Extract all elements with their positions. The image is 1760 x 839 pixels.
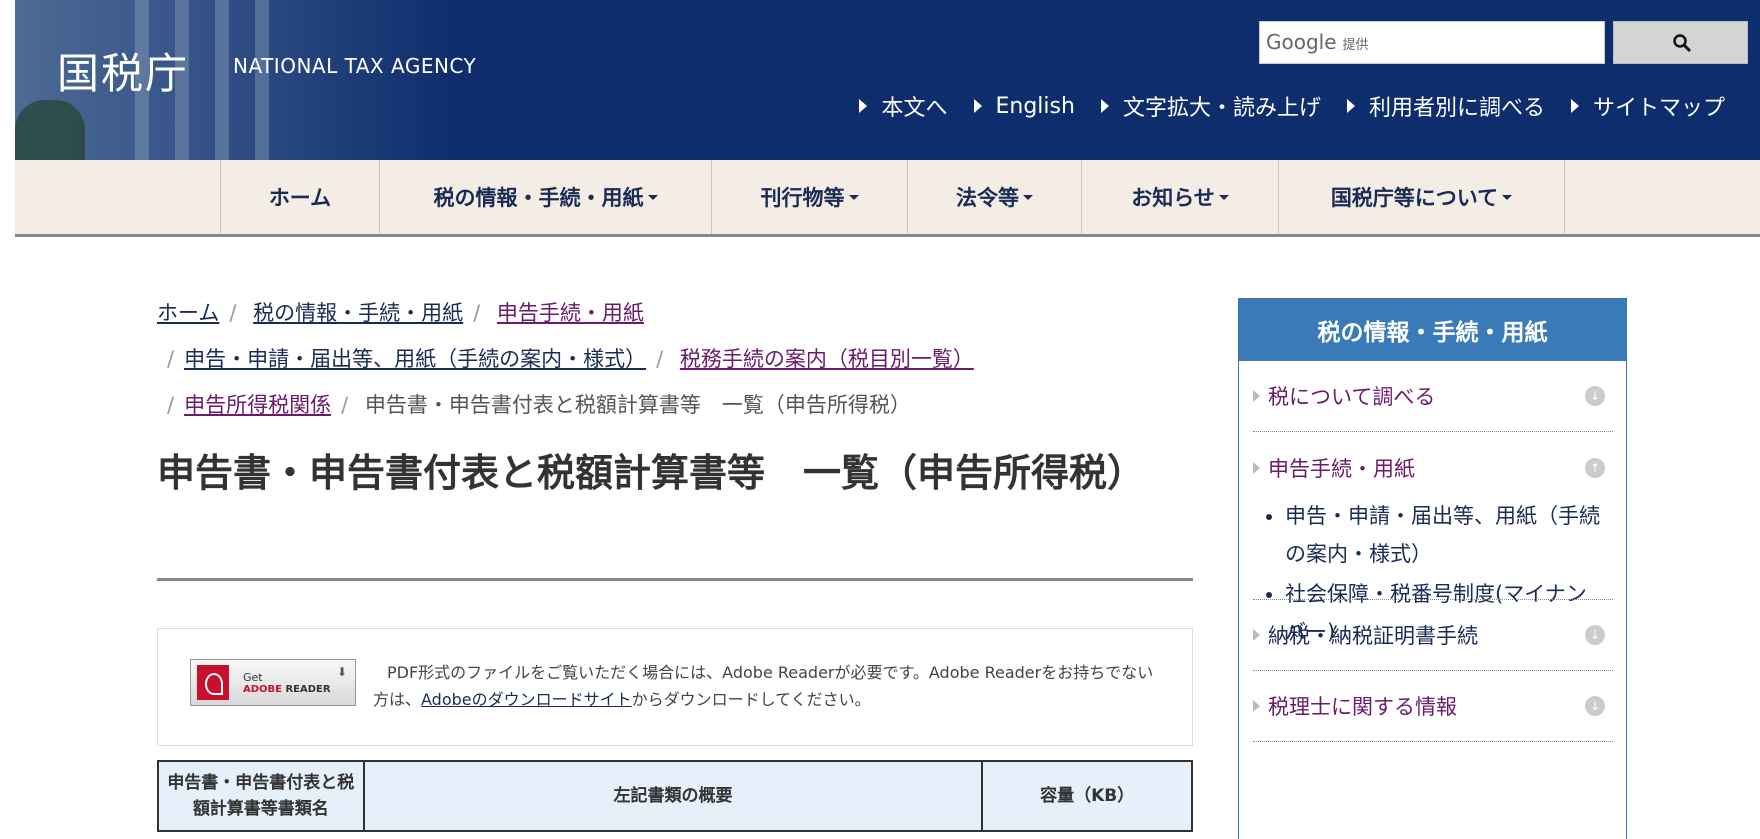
utility-links: 本文へ English 文字拡大・読み上げ 利用者別に調べる サイトマップ [859, 90, 1725, 122]
caret-down-icon [848, 194, 859, 200]
caret-down-icon [647, 194, 658, 200]
triangle-right-icon [1570, 99, 1579, 113]
triangle-right-icon [859, 99, 868, 113]
pdf-icon [197, 665, 229, 700]
adobe-notice-text: PDF形式のファイルをご覧いただく場合には、Adobe Readerが必要です。… [373, 663, 1154, 709]
expand-icon[interactable]: ↓ [1585, 386, 1605, 406]
sidebar-title: 税の情報・手続・用紙 [1239, 299, 1626, 361]
breadcrumb-home[interactable]: ホーム [157, 301, 219, 325]
nav-about[interactable]: 国税庁等について [1278, 160, 1565, 234]
breadcrumb-income-tax[interactable]: 申告所得税関係 [184, 393, 331, 417]
triangle-right-icon [1346, 99, 1355, 113]
documents-table: 申告書・申告書付表と税額計算書等書類名 左記書類の概要 容量（KB） [157, 760, 1193, 832]
caret-down-icon [1218, 194, 1229, 200]
triangle-right-icon [1253, 700, 1260, 712]
adobe-reader-notice: Get ADOBE READER ⬇ PDF形式のファイルをご覧いただく場合には… [157, 628, 1193, 746]
util-link-text-size[interactable]: 文字拡大・読み上げ [1100, 90, 1321, 122]
search-brand: Google 提供 [1266, 30, 1369, 54]
title-divider [157, 578, 1193, 581]
util-link-sitemap[interactable]: サイトマップ [1570, 90, 1725, 122]
expand-icon[interactable]: ↓ [1585, 625, 1605, 645]
util-link-by-user[interactable]: 利用者別に調べる [1346, 90, 1545, 122]
breadcrumb-tax-info[interactable]: 税の情報・手続・用紙 [253, 301, 463, 325]
table-header-name: 申告書・申告書付表と税額計算書等書類名 [157, 760, 365, 832]
nav-notices[interactable]: お知らせ [1081, 160, 1278, 234]
caret-down-icon [1023, 194, 1033, 200]
triangle-right-icon [1100, 99, 1109, 113]
sidebar-subitem-filing-guide[interactable]: 申告・申請・届出等、用紙（手続の案内・様式） [1285, 497, 1605, 573]
search-button[interactable] [1613, 21, 1748, 64]
triangle-right-icon [973, 99, 982, 113]
util-link-main-content[interactable]: 本文へ [859, 90, 948, 122]
nav-tax-info[interactable]: 税の情報・手続・用紙 [379, 160, 711, 234]
sidebar-item-filing-forms[interactable]: 申告手続・用紙 ↑ [1253, 432, 1613, 503]
search-icon [1673, 34, 1692, 53]
sidebar-item-tax-lookup[interactable]: 税について調べる ↓ [1253, 361, 1613, 432]
site-logo-english[interactable]: NATIONAL TAX AGENCY [233, 54, 476, 78]
nav-publications[interactable]: 刊行物等 [711, 160, 907, 234]
adobe-download-link[interactable]: Adobeのダウンロードサイト [421, 690, 632, 709]
global-nav: ホーム 税の情報・手続・用紙 刊行物等 法令等 お知らせ 国税庁等について [15, 160, 1760, 237]
table-header-summary: 左記書類の概要 [362, 760, 984, 832]
sidebar-item-payment[interactable]: 納税・納税証明書手続 ↓ [1253, 600, 1613, 671]
sidebar: 税の情報・手続・用紙 税について調べる ↓ 申告手続・用紙 ↑ 申告・申請・届出… [1238, 298, 1627, 839]
table-header-size: 容量（KB） [981, 760, 1193, 832]
site-logo[interactable]: 国税庁 [57, 40, 189, 101]
breadcrumb-current: 申告書・申告書付表と税額計算書等 一覧（申告所得税） [364, 393, 911, 417]
sidebar-item-tax-accountant[interactable]: 税理士に関する情報 ↓ [1253, 671, 1613, 742]
breadcrumb-filing-forms[interactable]: 申告手続・用紙 [497, 301, 644, 325]
triangle-right-icon [1253, 461, 1260, 474]
nav-home[interactable]: ホーム [220, 160, 379, 234]
nav-laws[interactable]: 法令等 [907, 160, 1081, 234]
search-input[interactable]: Google 提供 [1259, 21, 1605, 64]
breadcrumb: ホーム / 税の情報・手続・用紙 / 申告手続・用紙 / 申告・申請・届出等、用紙（手… [157, 301, 974, 417]
expand-icon[interactable]: ↓ [1585, 696, 1605, 716]
breadcrumb-filing-guide[interactable]: 申告・申請・届出等、用紙（手続の案内・様式） [184, 347, 646, 371]
triangle-right-icon [1253, 629, 1260, 641]
triangle-right-icon [1253, 390, 1260, 402]
collapse-icon[interactable]: ↑ [1585, 457, 1605, 478]
site-header: 国税庁 NATIONAL TAX AGENCY Google 提供 本文へ Eng… [15, 0, 1760, 160]
page-title: 申告書・申告書付表と税額計算書等 一覧（申告所得税） [157, 451, 1146, 495]
download-arrow-icon: ⬇ [336, 665, 347, 679]
util-link-english[interactable]: English [973, 90, 1075, 122]
breadcrumb-tax-procedures[interactable]: 税務手続の案内（税目別一覧） [680, 347, 974, 371]
get-adobe-reader-button[interactable]: Get ADOBE READER ⬇ [190, 659, 356, 706]
caret-down-icon [1502, 194, 1513, 200]
